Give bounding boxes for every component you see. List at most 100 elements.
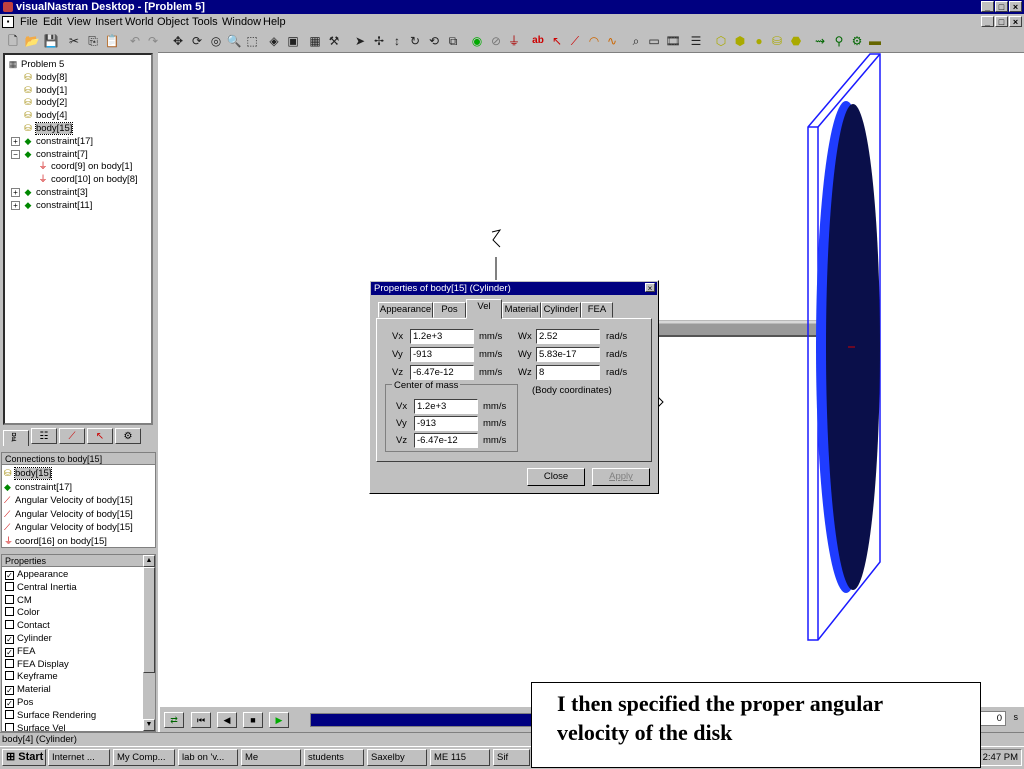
tab-settings[interactable]: ⚙ — [115, 428, 141, 444]
property-item[interactable]: ✓ Appearance — [5, 568, 68, 581]
move-vertical-icon[interactable]: ↕ — [389, 33, 405, 49]
task-sif[interactable]: Sif — [493, 749, 530, 766]
properties-scrollbar[interactable]: ▲ ▼ — [143, 555, 155, 731]
property-item[interactable]: ✓ FEA — [5, 645, 35, 658]
menu-object[interactable]: Object — [157, 16, 189, 28]
save-icon[interactable]: 💾 — [43, 33, 59, 49]
motor-icon[interactable]: ⚙ — [849, 33, 865, 49]
doc-restore-button[interactable]: □ — [995, 16, 1008, 27]
property-checkbox[interactable] — [5, 581, 14, 591]
property-item[interactable]: Keyframe — [5, 670, 58, 683]
property-checkbox[interactable]: ✓ — [5, 647, 14, 657]
tab-appearance[interactable]: Appearance — [378, 302, 433, 318]
connection-item[interactable]: ◆ constraint[17] — [4, 481, 72, 494]
plate-icon[interactable]: ⬣ — [788, 33, 804, 49]
document-icon[interactable]: ▪ — [2, 16, 14, 28]
tab-tree[interactable]: ⻊ — [3, 430, 29, 446]
tree-item[interactable]: ⛁ body[1] — [23, 84, 67, 97]
spin-axis-icon[interactable]: ⟲ — [426, 33, 442, 49]
arc-tool-icon[interactable]: ◠ — [586, 33, 602, 49]
property-checkbox[interactable] — [5, 607, 14, 617]
property-item[interactable]: ✓ Material — [5, 683, 51, 696]
task-me[interactable]: Me — [241, 749, 301, 766]
property-item[interactable]: Color — [5, 606, 40, 619]
coord-tool-icon[interactable]: ⏚ — [506, 33, 522, 49]
new-file-icon[interactable]: 🗋 — [5, 33, 21, 49]
orbit-icon[interactable]: ◎ — [208, 33, 224, 49]
cylinder-icon[interactable]: ⛁ — [769, 33, 785, 49]
scroll-up-icon[interactable]: ▲ — [143, 555, 155, 567]
menu-insert[interactable]: Insert — [95, 16, 123, 28]
task-me115[interactable]: ME 115 — [430, 749, 490, 766]
scroll-down-icon[interactable]: ▼ — [143, 719, 155, 731]
paste-icon[interactable]: 📋 — [104, 33, 120, 49]
film-icon[interactable]: 🎞 — [665, 33, 681, 49]
tab-arrow[interactable]: ↖ — [87, 428, 113, 444]
tree-item[interactable]: ⏚ coord[9] on body[1] — [38, 160, 132, 173]
arrow-tool-icon[interactable]: ↖ — [549, 33, 565, 49]
play-button[interactable]: ▶ — [269, 712, 289, 728]
property-checkbox[interactable]: ✓ — [5, 635, 14, 644]
vx-field[interactable]: 1.2e+3 — [410, 329, 474, 344]
tab-vel[interactable]: Vel — [466, 299, 502, 319]
tree-item[interactable]: ▦ Problem 5 — [8, 58, 65, 71]
start-button[interactable]: ⊞ Start — [2, 749, 46, 766]
apply-button[interactable]: Apply — [592, 468, 650, 486]
tree-item[interactable]: − ◆ constraint[7] — [11, 148, 88, 161]
connection-item[interactable]: ⏚ coord[16] on body[15] — [4, 535, 107, 548]
menu-view[interactable]: View — [67, 16, 91, 28]
property-item[interactable]: Surface Vel — [5, 722, 66, 731]
connection-item[interactable]: ⟋ Angular Velocity of body[15] — [4, 494, 133, 507]
tree-item[interactable]: ⛁ body[8] — [23, 71, 67, 84]
task-internet[interactable]: Internet ... — [48, 749, 110, 766]
menu-help[interactable]: Help — [263, 16, 286, 28]
close-dialog-button[interactable]: Close — [527, 468, 585, 486]
zoom-box-icon[interactable]: ⬚ — [244, 33, 260, 49]
close-button[interactable]: × — [1009, 1, 1022, 12]
scroll-thumb[interactable] — [143, 567, 155, 673]
doc-minimize-button[interactable]: _ — [981, 16, 994, 27]
tree-item[interactable]: ⛁ body[4] — [23, 109, 67, 122]
task-saxelby[interactable]: Saxelby — [367, 749, 427, 766]
view-icon[interactable]: ◈ — [266, 33, 282, 49]
property-checkbox[interactable] — [5, 594, 14, 604]
property-item[interactable]: FEA Display — [5, 658, 69, 671]
property-item[interactable]: CM — [5, 594, 32, 607]
vy-field[interactable]: -913 — [410, 347, 474, 362]
task-lab[interactable]: lab on 'v... — [178, 749, 238, 766]
tree-item[interactable]: + ◆ constraint[11] — [11, 199, 92, 212]
cm-vy-field[interactable]: -913 — [414, 416, 478, 431]
task-my-computer[interactable]: My Comp... — [113, 749, 175, 766]
property-item[interactable]: Contact — [5, 619, 50, 632]
meter-icon[interactable]: ⌕ — [628, 33, 644, 49]
menu-window[interactable]: Window — [222, 16, 261, 28]
time-field[interactable]: 0 — [978, 711, 1006, 726]
cm-vx-field[interactable]: 1.2e+3 — [414, 399, 478, 414]
body-tool-2-icon[interactable]: ⬢ — [732, 33, 748, 49]
property-checkbox[interactable]: ✓ — [5, 686, 14, 696]
expand-icon[interactable]: + — [11, 188, 20, 197]
undo-icon[interactable]: ↶ — [127, 33, 143, 49]
property-checkbox[interactable]: ✓ — [5, 571, 14, 580]
pan-icon[interactable]: ✥ — [170, 33, 186, 49]
rod-icon[interactable]: ▬ — [867, 33, 883, 49]
restore-button[interactable]: □ — [995, 1, 1008, 12]
select-arrow-icon[interactable]: ➤ — [352, 33, 368, 49]
joint-icon[interactable]: ⚲ — [831, 33, 847, 49]
cm-vz-field[interactable]: -6.47e-12 — [414, 433, 478, 448]
connection-item[interactable]: ⟋ Angular Velocity of body[15] — [4, 508, 133, 521]
property-checkbox[interactable] — [5, 658, 14, 668]
menu-tools[interactable]: Tools — [192, 16, 218, 28]
menu-file[interactable]: File — [20, 16, 38, 28]
redo-icon[interactable]: ↷ — [145, 33, 161, 49]
spin-icon[interactable]: ↻ — [407, 33, 423, 49]
connection-item[interactable]: ⟋ Angular Velocity of body[15] — [4, 521, 133, 534]
text-tool-icon[interactable]: ab — [530, 33, 546, 49]
property-item[interactable]: ✓ Cylinder — [5, 632, 52, 645]
play-settings-icon[interactable]: ⇄ — [164, 712, 184, 728]
curve-tool-icon[interactable]: ∿ — [604, 33, 620, 49]
grid-icon[interactable]: ▦ — [307, 33, 323, 49]
view-box-icon[interactable]: ▣ — [285, 33, 301, 49]
tree-item[interactable]: + ◆ constraint[3] — [11, 186, 88, 199]
property-item[interactable]: Central Inertia — [5, 581, 77, 594]
